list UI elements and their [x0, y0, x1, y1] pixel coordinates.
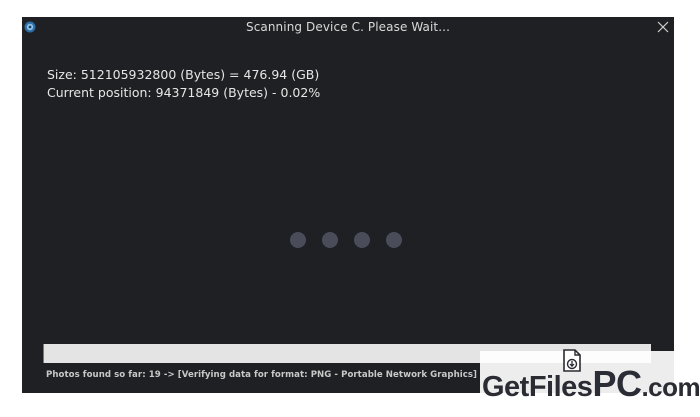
device-size-text: Size: 512105932800 (Bytes) = 476.94 (GB) — [47, 67, 320, 82]
scan-info: Size: 512105932800 (Bytes) = 476.94 (GB)… — [47, 66, 320, 102]
spinner-dot — [386, 232, 402, 248]
spinner-dot — [290, 232, 306, 248]
title-bar: Scanning Device C. Please Wait... — [22, 17, 674, 39]
window-title: Scanning Device C. Please Wait... — [245, 20, 450, 34]
close-icon[interactable] — [654, 18, 672, 36]
watermark-text: GetFilesPC.com — [482, 363, 700, 404]
status-text: Photos found so far: 19 -> [Verifying da… — [46, 370, 478, 380]
spinner-dot — [322, 232, 338, 248]
current-position-text: Current position: 94371849 (Bytes) - 0.0… — [47, 85, 321, 100]
loading-spinner — [290, 232, 402, 248]
watermark-logo: GetFilesPC.com — [480, 349, 700, 404]
spinner-dot — [354, 232, 370, 248]
scan-progress-window: Scanning Device C. Please Wait... Size: … — [22, 17, 674, 393]
